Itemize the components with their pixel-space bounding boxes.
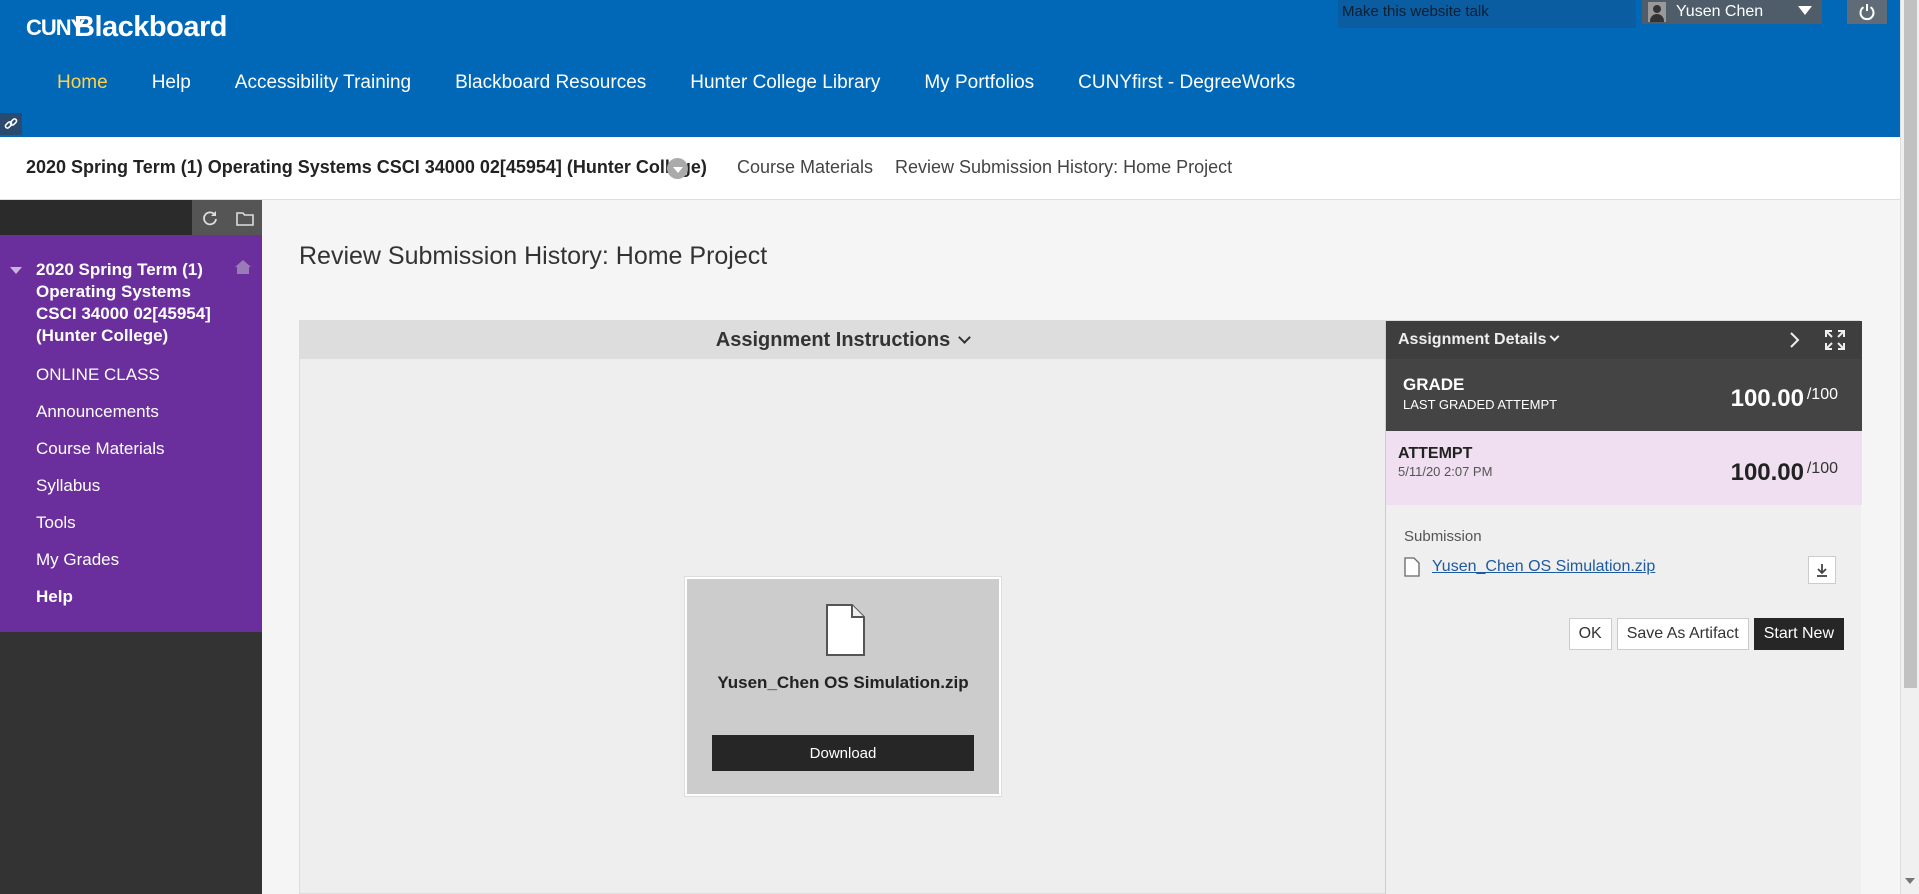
top-navigation: Home Help Accessibility Training Blackbo… [40,68,1322,98]
sidebar-item-syllabus[interactable]: Syllabus [36,476,165,513]
download-icon [1817,564,1827,577]
file-name: Yusen_Chen OS Simulation.zip [717,673,969,692]
sidebar-item-tools[interactable]: Tools [36,513,165,550]
grade-max: /100 [1806,386,1838,403]
user-menu[interactable]: Yusen Chen [1642,0,1822,24]
file-icon [1404,557,1420,577]
breadcrumb: 2020 Spring Term (1) Operating Systems C… [0,137,1900,200]
scrollbar-thumb[interactable] [1904,0,1917,688]
tab-blackboard-resources[interactable]: Blackboard Resources [438,68,663,98]
expand-icon[interactable] [1825,330,1845,350]
sidebar-item-help[interactable]: Help [36,587,165,624]
tab-help[interactable]: Help [135,68,208,98]
chevron-right-icon[interactable] [1789,332,1801,348]
attempt-summary[interactable]: ATTEMPT 5/11/20 2:07 PM 100.00 /100 [1386,431,1862,505]
submission-actions: OK Save As Artifact Start New [1564,618,1844,650]
sidebar-toolbar [0,200,262,235]
user-name: Yusen Chen [1676,3,1764,20]
page-scrollbar[interactable] [1900,0,1919,894]
grade-score: 100.00 [1730,385,1804,412]
chevron-down-icon [958,331,972,344]
blackboard-logo-word: Blackboard [74,10,227,43]
attempt-label: ATTEMPT [1398,445,1473,462]
assignment-details-title[interactable]: Assignment Details [1398,331,1546,349]
folder-view-icon[interactable] [235,210,254,226]
attempt-date: 5/11/20 2:07 PM [1398,464,1493,479]
grade-label: GRADE [1403,375,1465,394]
submission-panel: Assignment Instructions Yusen_Chen OS Si… [299,320,1862,894]
logout-button[interactable] [1847,0,1887,24]
breadcrumb-course[interactable]: 2020 Spring Term (1) Operating Systems C… [26,157,707,178]
cuny-logo-mark: CUNY [26,14,85,40]
sidebar-item-course-materials[interactable]: Course Materials [36,439,165,476]
tab-hunter-college-library[interactable]: Hunter College Library [673,68,897,98]
chevron-down-icon[interactable] [1549,331,1560,342]
sidebar-item-my-grades[interactable]: My Grades [36,550,165,587]
submission-download-button[interactable] [1808,556,1836,584]
course-menu-items: ONLINE CLASS Announcements Course Materi… [36,365,165,624]
assignment-instructions-label: Assignment Instructions [715,328,951,351]
text-to-speech-toggle[interactable]: Make this website talk [1338,0,1636,28]
user-avatar-icon [1648,2,1666,22]
chevron-down-icon [1798,6,1812,15]
sidebar-item-online-class[interactable]: ONLINE CLASS [36,365,165,402]
link-icon [4,118,18,129]
course-menu-title[interactable]: 2020 Spring Term (1) Operating Systems C… [36,259,236,347]
breadcrumb-course-menu-toggle[interactable] [667,158,688,179]
tab-home[interactable]: Home [40,68,125,98]
grade-sublabel: LAST GRADED ATTEMPT [1403,397,1558,412]
start-new-button[interactable]: Start New [1753,618,1844,650]
breadcrumb-current-page: Review Submission History: Home Project [895,157,1233,177]
attempt-max: /100 [1806,460,1838,477]
global-header: CUNY Blackboard Make this website talk Y… [0,0,1900,137]
collapse-course-menu-icon[interactable] [10,267,22,274]
quick-links-button[interactable] [0,113,22,135]
course-menu: 2020 Spring Term (1) Operating Systems C… [0,235,262,632]
scroll-down-arrow-icon[interactable] [1905,878,1915,884]
assignment-instructions-toggle[interactable]: Assignment Instructions [300,321,1385,359]
document-icon [826,604,865,656]
assignment-details-panel: Assignment Details GRADE LAST GRADED ATT… [1385,321,1862,894]
sidebar-item-announcements[interactable]: Announcements [36,402,165,439]
tab-cunyfirst-degreeworks[interactable]: CUNYfirst - DegreeWorks [1061,68,1312,98]
cuny-blackboard-logo[interactable]: CUNY Blackboard [26,6,227,48]
tab-accessibility-training[interactable]: Accessibility Training [218,68,428,98]
submission-label: Submission [1404,528,1482,545]
page-title: Review Submission History: Home Project [299,242,768,270]
home-icon[interactable] [234,259,252,275]
refresh-icon[interactable] [201,209,219,227]
file-preview-card: Yusen_Chen OS Simulation.zip Download [685,577,1001,796]
ok-button[interactable]: OK [1568,618,1612,650]
power-icon [1859,4,1875,21]
save-as-artifact-button[interactable]: Save As Artifact [1616,618,1749,650]
submission-file: Yusen_Chen OS Simulation.zip [1404,557,1655,577]
breadcrumb-course-materials[interactable]: Course Materials [737,157,873,178]
attempt-score: 100.00 [1730,459,1804,486]
submission-file-link[interactable]: Yusen_Chen OS Simulation.zip [1432,558,1655,576]
course-sidebar: 2020 Spring Term (1) Operating Systems C… [0,200,262,894]
download-button[interactable]: Download [712,735,974,771]
grade-summary: GRADE LAST GRADED ATTEMPT 100.00 /100 [1386,359,1862,431]
assignment-details-header: Assignment Details [1386,321,1862,359]
tab-my-portfolios[interactable]: My Portfolios [907,68,1051,98]
